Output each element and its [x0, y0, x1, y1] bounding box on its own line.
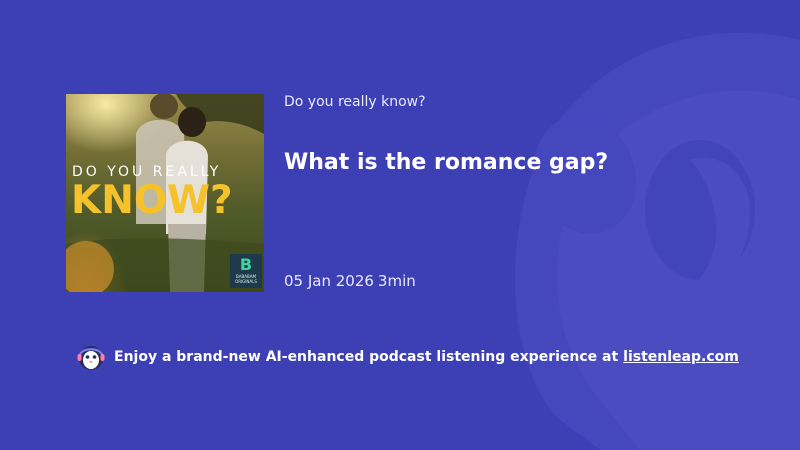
publisher-logo-icon: B — [239, 255, 253, 274]
promo-banner: Enjoy a brand-new AI-enhanced podcast li… — [76, 342, 739, 372]
promo-text: Enjoy a brand-new AI-enhanced podcast li… — [114, 349, 619, 365]
cover-title-line2: KNOW? — [71, 178, 233, 223]
penguin-headphones-icon — [77, 346, 105, 370]
listenleap-link[interactable]: listenleap.com — [623, 349, 739, 365]
episode-date: 05 Jan 2026 — [284, 272, 374, 290]
episode-meta: 05 Jan 2026 3min — [284, 272, 420, 290]
episode-duration: 3min — [377, 272, 416, 290]
publisher-badge-text: BABABAM ORIGINALS — [235, 274, 257, 284]
episode-title: What is the romance gap? — [284, 150, 609, 175]
publisher-badge: B BABABAM ORIGINALS — [230, 254, 262, 288]
podcast-cover-art[interactable]: DO YOU REALLY KNOW? B BABABAM ORIGINALS — [66, 94, 264, 292]
show-title[interactable]: Do you really know? — [284, 94, 426, 110]
